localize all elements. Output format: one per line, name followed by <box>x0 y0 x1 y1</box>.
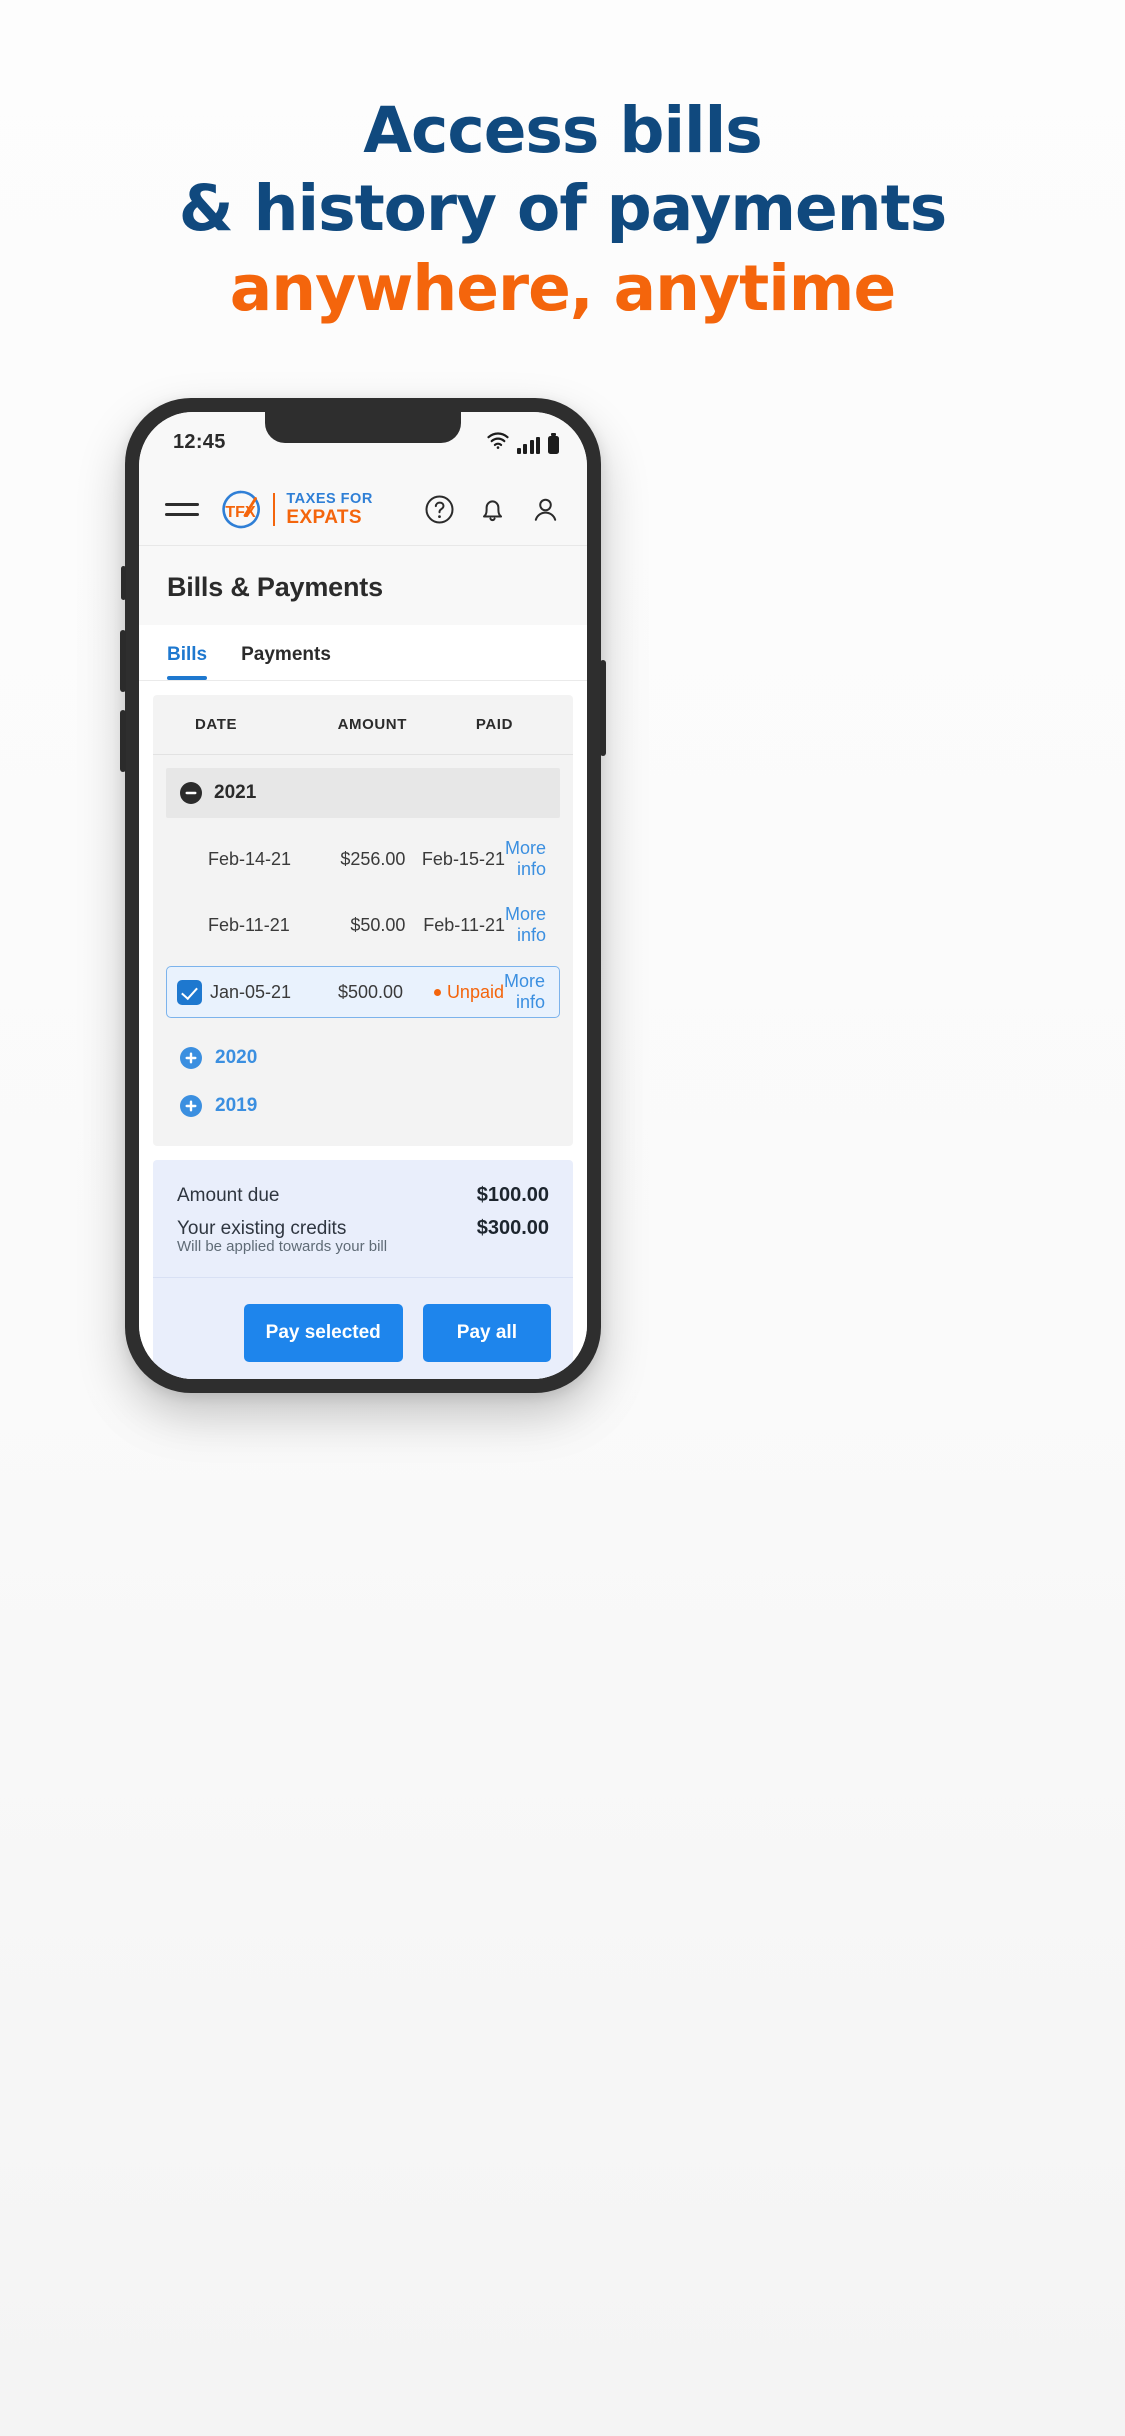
logo-text-taxes-for: TAXES FOR <box>286 490 373 507</box>
tfx-logo-mark-icon: TFX <box>219 488 262 531</box>
more-info-link[interactable]: More info <box>504 971 545 1013</box>
wifi-icon <box>486 432 509 454</box>
amount-due-row: Amount due $100.00 <box>177 1184 549 1207</box>
credits-label: Your existing credits <box>177 1218 347 1239</box>
amount-due-label: Amount due <box>177 1185 280 1206</box>
minus-circle-icon[interactable] <box>180 782 202 804</box>
tab-bills[interactable]: Bills <box>167 644 208 680</box>
table-row[interactable]: Feb-11-21 $50.00 Feb-11-21 More info <box>166 900 560 950</box>
app-header-actions <box>424 494 561 525</box>
bill-date: Feb-11-21 <box>208 914 290 935</box>
logo-wordmark: TAXES FOR EXPATS <box>286 492 372 528</box>
status-text: Unpaid <box>446 981 504 1002</box>
credits-row: Your existing credits $300.00 <box>177 1217 549 1240</box>
app-header: TFX TAXES FOR EXPATS <box>139 474 587 546</box>
bill-paid: Feb-15-21 <box>421 848 505 869</box>
more-info-link[interactable]: More info <box>505 838 546 880</box>
table-row-selected[interactable]: Jan-05-21 $500.00 Unpaid More info <box>166 966 560 1018</box>
phone-screen: 12:45 TFX TAXES FOR EXPATS Bills & Payme… <box>139 412 587 1379</box>
bill-paid: Feb-11-21 <box>423 914 505 935</box>
phone-volume-down-button[interactable] <box>120 710 126 772</box>
help-icon[interactable] <box>424 494 455 525</box>
year-label-2020: 2020 <box>215 1047 258 1068</box>
plus-circle-icon[interactable] <box>180 1047 202 1069</box>
notification-bell-icon[interactable] <box>477 494 508 525</box>
column-header-amount: AMOUNT <box>337 716 407 733</box>
headline-line-3: anywhere, anytime <box>229 252 896 325</box>
tab-payments[interactable]: Payments <box>241 644 331 680</box>
logo-divider <box>273 493 276 526</box>
bills-content: DATE AMOUNT PAID 2021 Feb-14-21 $256.00 … <box>139 681 587 1146</box>
more-info-link[interactable]: More info <box>505 904 546 946</box>
year-group-header-2019[interactable]: 2019 <box>166 1082 560 1130</box>
headline-line-1: Access bills <box>363 94 762 167</box>
bills-table-header: DATE AMOUNT PAID <box>153 695 573 755</box>
bill-amount: $256.00 <box>340 848 406 869</box>
year-group-header-2020[interactable]: 2020 <box>166 1034 560 1082</box>
summary-actions: Pay selected Pay all <box>153 1277 573 1379</box>
column-header-paid: PAID <box>475 716 513 733</box>
battery-icon <box>548 433 559 454</box>
bill-date: Jan-05-21 <box>210 981 292 1002</box>
summary-section: Amount due $100.00 Your existing credits… <box>139 1146 587 1379</box>
hamburger-menu-icon[interactable] <box>165 496 199 524</box>
page-title: Bills & Payments <box>167 572 383 602</box>
page-title-section: Bills & Payments <box>139 546 587 625</box>
pay-all-button[interactable]: Pay all <box>422 1304 551 1362</box>
tfx-logo[interactable]: TFX TAXES FOR EXPATS <box>219 488 373 531</box>
pay-selected-button[interactable]: Pay selected <box>243 1304 403 1362</box>
user-profile-icon[interactable] <box>530 494 561 525</box>
status-bar: 12:45 <box>139 412 587 474</box>
logo-text-expats: EXPATS <box>286 507 362 529</box>
table-row[interactable]: Feb-14-21 $256.00 Feb-15-21 More info <box>166 834 560 884</box>
signal-bars-icon <box>516 437 540 454</box>
plus-circle-icon[interactable] <box>180 1095 202 1117</box>
marketing-headline: Access bills & history of payments anywh… <box>0 96 1125 324</box>
bills-table: DATE AMOUNT PAID 2021 Feb-14-21 $256.00 … <box>153 695 573 1146</box>
year-label-2021: 2021 <box>214 782 257 803</box>
phone-mute-switch[interactable] <box>121 566 126 600</box>
summary-panel: Amount due $100.00 Your existing credits… <box>153 1160 573 1379</box>
phone-volume-up-button[interactable] <box>120 630 126 692</box>
phone-mockup: 12:45 TFX TAXES FOR EXPATS Bills & Payme… <box>120 398 606 1393</box>
summary-details: Amount due $100.00 Your existing credits… <box>153 1160 573 1277</box>
column-header-date: DATE <box>195 716 238 733</box>
credits-note: Will be applied towards your bill <box>177 1238 388 1255</box>
bill-amount: $500.00 <box>337 981 404 1002</box>
status-badge: Unpaid <box>403 982 504 1003</box>
status-bar-icons <box>486 432 559 454</box>
unpaid-dot-icon <box>433 989 441 997</box>
bill-amount: $50.00 <box>350 914 406 935</box>
year-label-2019: 2019 <box>215 1095 258 1116</box>
row-checkbox[interactable] <box>177 979 202 1005</box>
tab-bar: Bills Payments <box>139 625 587 681</box>
status-bar-time: 12:45 <box>173 431 226 453</box>
phone-notch <box>265 412 461 443</box>
headline-line-2: & history of payments <box>178 172 947 245</box>
phone-power-button[interactable] <box>600 660 606 756</box>
credits-value: $300.00 <box>476 1217 549 1239</box>
year-group-header-2021[interactable]: 2021 <box>166 768 560 818</box>
bill-date: Feb-14-21 <box>208 848 292 869</box>
amount-due-value: $100.00 <box>476 1184 549 1206</box>
